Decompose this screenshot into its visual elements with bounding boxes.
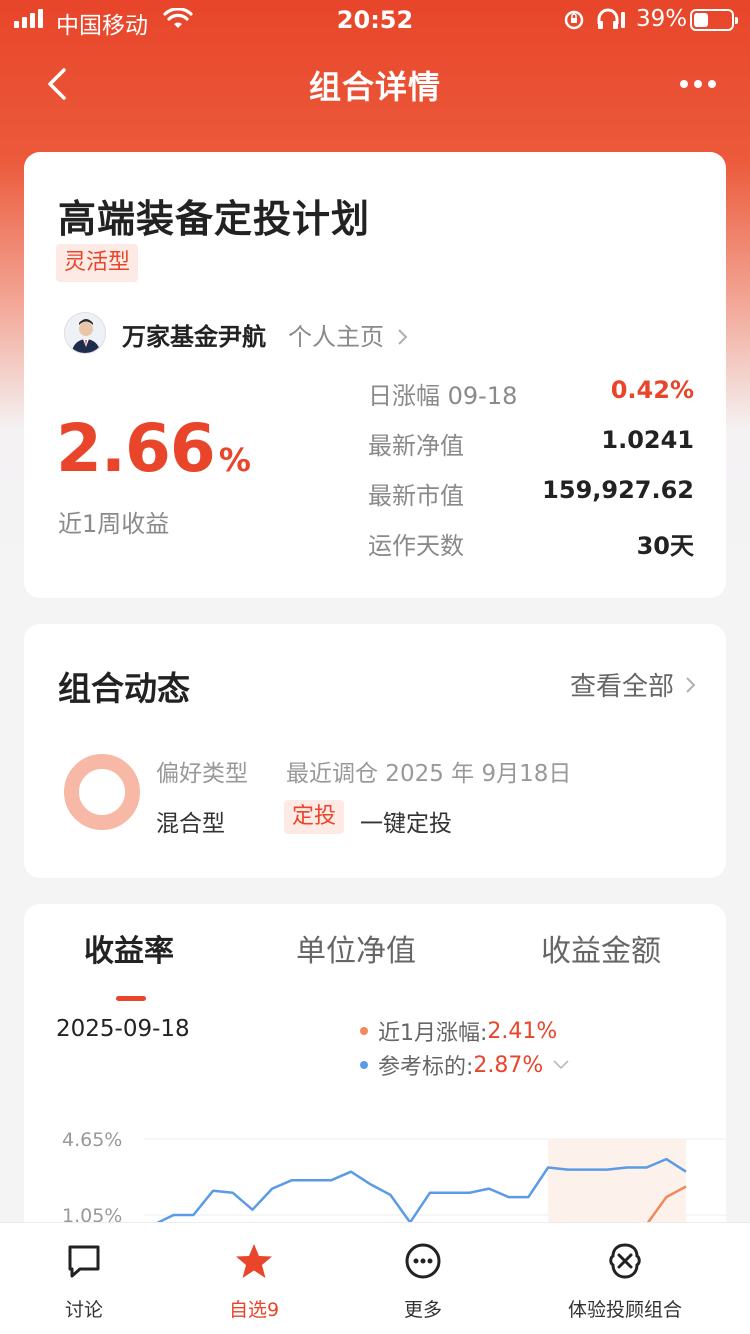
tab-discussion[interactable]: 讨论 (4, 1223, 164, 1334)
tab-more[interactable]: 更多 (343, 1223, 503, 1334)
battery-percentage: 39% (636, 6, 688, 32)
stat-label: 日涨幅 09-18 (368, 382, 518, 410)
tab-watchlist[interactable]: 自选9 (174, 1223, 334, 1334)
legend-value: 2.41% (487, 1018, 558, 1044)
chart-date: 2025-09-18 (56, 1016, 190, 1042)
stats-list: 日涨幅 09-18 0.42% 最新净值 1.0241 最新市值 159,927… (368, 376, 694, 576)
preference-label: 偏好类型 (156, 761, 248, 787)
stat-row: 最新市值 159,927.62 (368, 476, 694, 526)
legend-dot (360, 1027, 368, 1035)
homepage-link-label: 个人主页 (288, 323, 384, 351)
dynamics-title: 组合动态 (58, 669, 190, 708)
star-icon (236, 1244, 272, 1278)
stat-label: 最新市值 (368, 482, 464, 510)
tab-label: 讨论 (64, 1299, 103, 1321)
headphone-icon (597, 8, 625, 29)
legend-label: 参考标的: (378, 1055, 474, 1080)
brain-icon (609, 1243, 641, 1279)
legend-value: 2.87% (473, 1052, 544, 1078)
dynamics-card: 组合动态 查看全部 偏好类型 混合型 最近调仓 2025 年 9月18日 定投 … (24, 624, 726, 878)
plan-name: 高端装备定投计划 (58, 197, 371, 241)
one-key-invest[interactable]: 一键定投 (360, 804, 452, 838)
stat-value: 30天 (636, 532, 694, 560)
highlight-band (548, 1139, 686, 1224)
tab-label: 更多 (403, 1299, 442, 1321)
rotation-lock-icon (564, 10, 584, 30)
weekly-return-label: 近1周收益 (58, 510, 170, 538)
view-all-link[interactable]: 查看全部 (570, 666, 698, 703)
legend-item: 近1月涨幅: 2.41% (360, 1014, 571, 1048)
dt-tag: 定投 (284, 800, 345, 834)
chevron-right-icon (686, 676, 696, 693)
chevron-down-icon (553, 1060, 569, 1070)
y-tick-label: 4.65% (62, 1129, 122, 1151)
preference-value: 混合型 (156, 811, 225, 837)
performance-tabs: 收益率 单位净值 收益金额 (24, 926, 726, 1001)
tab-unit-nav[interactable]: 单位净值 (296, 926, 416, 970)
homepage-link[interactable]: 个人主页 (288, 317, 410, 352)
tab-advisor-portfolio[interactable]: 体验投顾组合 (545, 1223, 705, 1334)
return-line-chart: 4.65%1.05% (62, 1129, 726, 1224)
more-circle-icon (405, 1243, 441, 1279)
weekly-return-unit: % (218, 441, 251, 479)
stat-value: 159,927.62 (542, 476, 694, 504)
battery-icon (690, 9, 738, 31)
chevron-right-icon (397, 329, 408, 345)
tab-return-rate[interactable]: 收益率 (84, 926, 174, 970)
preference-ring-chart (64, 754, 140, 830)
more-options-icon[interactable] (680, 80, 716, 88)
tab-label: 自选9 (228, 1299, 280, 1321)
page-title: 组合详情 (308, 68, 441, 106)
stat-value: 1.0241 (601, 426, 694, 454)
stat-row: 最新净值 1.0241 (368, 426, 694, 476)
tab-return-amount[interactable]: 收益金额 (541, 926, 661, 970)
bottom-tab-bar: 讨论 自选9 更多 体验投顾组合 (0, 1222, 750, 1334)
stat-label: 运作天数 (368, 532, 464, 560)
weekly-return: 2.66% (56, 410, 251, 487)
active-tab-indicator (116, 996, 146, 1001)
legend-item[interactable]: 参考标的: 2.87% (360, 1048, 571, 1082)
stat-row: 运作天数 30天 (368, 526, 694, 576)
stat-label: 最新净值 (368, 432, 464, 460)
manager-name[interactable]: 万家基金尹航 (122, 317, 266, 352)
status-bar: 中国移动 20:52 39% (0, 0, 750, 40)
nav-bar: 组合详情 (0, 50, 750, 116)
legend-dot (360, 1061, 368, 1069)
plan-summary-card: 高端装备定投计划 灵活型 万家基金尹航 个人主页 2.66% 近1周收益 日涨幅… (24, 152, 726, 598)
stat-row: 日涨幅 09-18 0.42% (368, 376, 694, 426)
tab-label: 体验投顾组合 (567, 1299, 682, 1321)
recent-adjust: 最近调仓 2025 年 9月18日 (286, 761, 572, 787)
manager-avatar-icon (71, 319, 101, 353)
avatar[interactable] (64, 312, 106, 354)
chart-legend: 近1月涨幅: 2.41% 参考标的: 2.87% (360, 1014, 571, 1082)
legend-label: 近1月涨幅: (378, 1021, 488, 1046)
weekly-return-value: 2.66 (56, 410, 216, 487)
view-all-label: 查看全部 (569, 672, 674, 702)
chat-bubble-icon (68, 1245, 100, 1278)
plan-type-tag: 灵活型 (56, 244, 139, 282)
stat-value: 0.42% (610, 376, 694, 404)
